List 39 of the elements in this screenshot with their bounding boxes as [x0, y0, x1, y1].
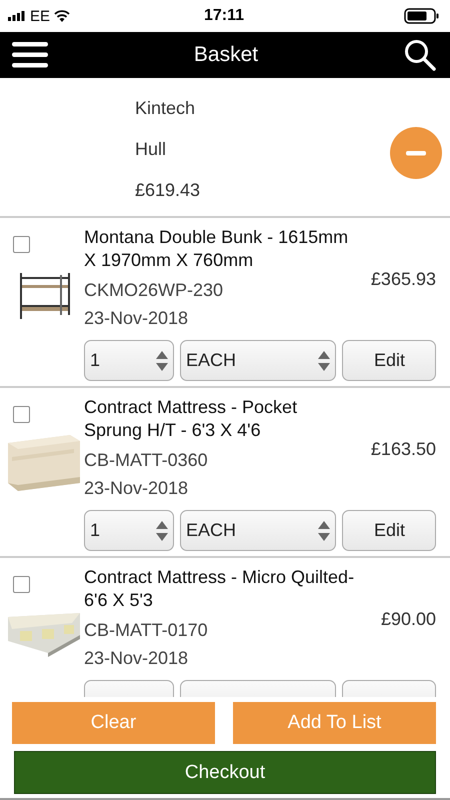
customer-name: Kintech: [135, 98, 196, 118]
product-code: CKMO26WP-230: [84, 279, 224, 302]
menu-icon[interactable]: [12, 42, 48, 68]
product-price: £90.00: [380, 608, 436, 630]
wifi-icon: [54, 10, 70, 22]
battery-icon: [404, 8, 440, 24]
stepper-icon: [317, 520, 331, 542]
remove-button[interactable]: [390, 127, 442, 179]
unit-select[interactable]: EACH: [180, 340, 336, 381]
checkbox[interactable]: [13, 406, 30, 423]
product-title: Montana Double Bunk - 1615mm X 1970mm X 760mm: [84, 226, 350, 272]
product-price: £163.50: [370, 438, 436, 460]
order-date: 23-Nov-2018: [84, 307, 190, 330]
minus-icon: [406, 150, 426, 156]
checkout-button[interactable]: Checkout: [14, 751, 436, 794]
edit-button[interactable]: Edit: [342, 510, 436, 551]
product-title: Contract Mattress - Pocket Sprung H/T - 6'3 X 4'6: [84, 396, 298, 442]
customer-total: £619.43: [135, 180, 200, 200]
stepper-icon: [155, 520, 169, 542]
product-code: CB-MATT-0360: [84, 449, 209, 472]
unit-select[interactable]: EACH: [180, 510, 336, 551]
search-icon[interactable]: [404, 39, 436, 71]
carrier-name: EE: [30, 8, 50, 24]
clock-time: 17:11: [204, 7, 244, 25]
product-price: £365.93: [370, 268, 436, 290]
order-date: 23-Nov-2018: [84, 477, 190, 500]
edit-button[interactable]: Edit: [342, 340, 436, 381]
page-title: Basket: [194, 43, 258, 67]
stepper-icon: [317, 350, 331, 372]
product-title: Contract Mattress - Micro Quilted- 6'6 X 5'3: [84, 566, 356, 612]
order-date: 23-Nov-2018: [84, 647, 190, 670]
checkbox[interactable]: [13, 236, 30, 253]
quantity-select[interactable]: 1: [84, 510, 174, 551]
stepper-icon: [155, 350, 169, 372]
customer-town: Hull: [135, 138, 168, 160]
product-code: CB-MATT-0170: [84, 619, 209, 642]
checkbox[interactable]: [13, 576, 30, 593]
quantity-select[interactable]: 1: [84, 340, 174, 381]
signal-icon: [8, 11, 26, 21]
